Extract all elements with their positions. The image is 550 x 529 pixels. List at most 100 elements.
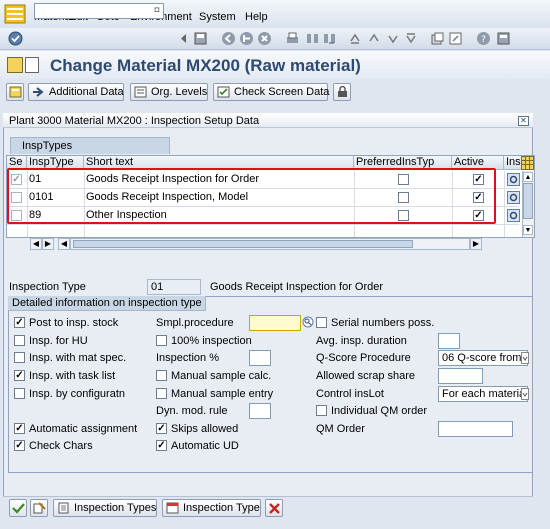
check-chars-checkbox[interactable]: ✓ [14,440,25,451]
scroll-thumb[interactable] [523,183,533,219]
back-icon[interactable] [221,31,236,46]
next-page-icon[interactable] [386,31,401,46]
allowed-scrap-share-input[interactable] [438,368,483,384]
table-settings-icon[interactable] [521,156,534,170]
insp-by-configuratn-checkbox[interactable] [14,388,25,399]
highlight-rectangle [7,168,496,224]
check-mark: ✓ [157,423,166,434]
serial-numbers-label: Serial numbers poss. [331,317,435,329]
org-levels-icon [134,86,147,98]
pct100-inspection-checkbox[interactable] [156,335,167,346]
inspection-type-value: 01 [151,281,164,293]
automatic-assignment-checkbox[interactable]: ✓ [14,423,25,434]
column-header-ins[interactable]: Ins [504,156,522,170]
nav-back-small-icon[interactable] [176,31,191,46]
skips-allowed-checkbox[interactable]: ✓ [156,423,167,434]
new-session-icon[interactable] [430,31,445,46]
dropdown-icon[interactable] [521,352,529,364]
org-levels-label: Org. Levels [151,86,208,98]
last-page-icon[interactable] [404,31,419,46]
dropdown-icon[interactable] [521,388,529,400]
check-screen-data-label: Check Screen Data [234,86,330,98]
avg-insp-duration-input[interactable] [438,333,460,349]
lock-button[interactable] [333,83,351,101]
customize-layout-icon[interactable] [496,31,511,46]
shortcut-icon[interactable] [448,31,463,46]
serial-numbers-checkbox[interactable] [316,317,327,328]
skips-allowed-label: Skips allowed [171,423,239,435]
manual-sample-calc-checkbox[interactable] [156,370,167,381]
details-icon[interactable] [507,191,520,204]
check-chars-label: Check Chars [29,440,93,452]
org-levels-button[interactable]: Org. Levels [130,83,208,101]
control-inslot-select[interactable]: For each material [438,386,528,402]
help-icon[interactable]: ? [476,31,491,46]
insp-with-mat-spec-checkbox[interactable] [14,352,25,363]
dyn-mod-rule-input[interactable] [249,403,271,419]
table-caption: InspTypes [22,140,73,152]
scroll-left-icon[interactable]: ◀ [30,238,42,250]
qscore-procedure-label: Q-Score Procedure [316,352,411,364]
cancel-icon[interactable] [257,31,272,46]
previous-page-icon[interactable] [367,31,382,46]
hscroll-thumb[interactable] [73,240,413,248]
select-views-button[interactable] [6,83,24,101]
menu-help[interactable]: Help [245,11,268,23]
pct100-inspection-label: 100% inspection [171,335,252,347]
control-inslot-value: For each material [442,388,528,400]
document-icon [25,57,39,73]
first-page-icon[interactable] [348,31,363,46]
individual-qm-order-checkbox[interactable] [316,405,327,416]
display-change-icon [33,502,46,514]
table-icon [166,502,179,514]
automatic-ud-checkbox[interactable]: ✓ [156,440,167,451]
enter-icon[interactable] [8,31,23,46]
inspection-type-label: Inspection Type [183,502,260,514]
inspection-type-button[interactable]: Inspection Type [162,499,261,517]
post-to-insp-stock-checkbox[interactable]: ✓ [14,317,25,328]
find-next-icon[interactable] [322,31,337,46]
sap-system-icon[interactable] [4,4,26,24]
scroll-right-end-icon[interactable]: ▶ [470,238,482,250]
qm-order-input[interactable] [438,421,513,437]
insp-with-task-list-checkbox[interactable]: ✓ [14,370,25,381]
print-icon[interactable] [285,31,300,46]
inspection-types-button[interactable]: Inspection Types [53,499,157,517]
manual-sample-entry-checkbox[interactable] [156,388,167,399]
qscore-procedure-select[interactable]: 06 Q-score from u [438,350,528,366]
exit-icon[interactable] [239,31,254,46]
checkmark-icon [12,503,25,514]
individual-qm-order-label: Individual QM order [331,405,427,417]
column-divider [504,171,505,237]
scroll-down-icon[interactable]: ▼ [523,225,533,235]
insp-for-hu-label: Insp. for HU [29,335,88,347]
glasses-display-button[interactable] [30,499,48,517]
scroll-left-end-icon[interactable]: ◀ [58,238,70,250]
details-icon[interactable] [507,209,520,222]
command-field[interactable] [34,3,164,19]
scroll-up-icon[interactable]: ▲ [523,172,533,182]
inspection-type-label: Inspection Type [9,281,86,293]
details-icon[interactable] [507,173,520,186]
smpl-procedure-input[interactable] [249,315,301,331]
dialog-title: Plant 3000 Material MX200 : Inspection S… [9,115,260,127]
save-icon[interactable] [193,31,208,46]
manual-sample-calc-label: Manual sample calc. [171,370,272,382]
cancel-icon [269,503,280,514]
cancel-button[interactable] [265,499,283,517]
check-screen-data-button[interactable]: Check Screen Data [213,83,330,101]
table-horizontal-scrollbar[interactable] [70,238,470,250]
check-mark: ✓ [15,370,24,381]
menu-system[interactable]: System [199,11,236,23]
command-history-icon[interactable]: ◘ [152,4,162,16]
continue-button[interactable] [9,499,27,517]
scroll-right-small-icon[interactable]: ▶ [42,238,54,250]
insp-for-hu-checkbox[interactable] [14,335,25,346]
check-mark: ✓ [15,440,24,451]
search-help-icon[interactable] [302,316,314,328]
close-icon[interactable]: ✕ [518,116,529,126]
system-toolbar [0,28,550,50]
find-icon[interactable] [305,31,320,46]
inspection-pct-input[interactable] [249,350,271,366]
additional-data-button[interactable]: Additional Data [28,83,124,101]
